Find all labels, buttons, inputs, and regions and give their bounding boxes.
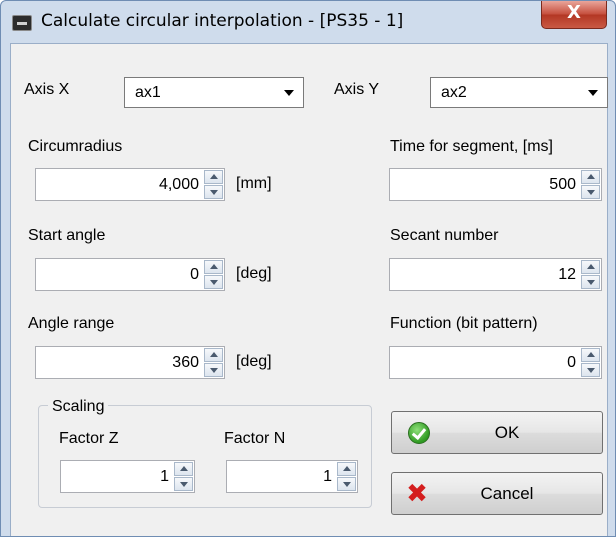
axis-x-select[interactable]: ax1: [124, 77, 304, 108]
start-angle-value: 0: [190, 266, 199, 283]
chevron-down-icon: [588, 90, 598, 96]
spin-down-icon[interactable]: [204, 275, 223, 289]
cancel-button-label: Cancel: [480, 484, 534, 503]
spin-up-icon[interactable]: [581, 348, 600, 362]
title-bar[interactable]: Calculate circular interpolation - [PS35…: [1, 1, 615, 43]
factor-z-value: 1: [160, 468, 169, 485]
scaling-group-title: Scaling: [48, 398, 109, 416]
chevron-down-icon: [284, 90, 294, 96]
spin-up-icon[interactable]: [581, 260, 600, 274]
circumradius-unit: [mm]: [236, 175, 272, 192]
circumradius-label: Circumradius: [28, 138, 123, 155]
secant-number-label: Secant number: [390, 227, 499, 244]
angle-range-value: 360: [172, 354, 199, 371]
dialog-body: Axis X ax1 Axis Y ax2 Circumradius 4,000…: [10, 43, 608, 536]
spin-down-icon[interactable]: [581, 185, 600, 199]
spin-down-icon[interactable]: [204, 185, 223, 199]
close-icon: X: [567, 2, 581, 23]
spin-up-icon[interactable]: [581, 170, 600, 184]
spin-down-icon[interactable]: [581, 275, 600, 289]
start-angle-unit: [deg]: [236, 265, 272, 282]
spin-down-icon[interactable]: [174, 477, 193, 491]
factor-z-input[interactable]: 1: [60, 460, 195, 493]
spin-down-icon[interactable]: [581, 363, 600, 377]
axis-x-label: Axis X: [24, 81, 70, 98]
function-bit-pattern-value: 0: [567, 354, 576, 371]
ok-button[interactable]: OK: [391, 411, 603, 454]
dialog-window: Calculate circular interpolation - [PS35…: [0, 0, 616, 537]
axis-x-value: ax1: [135, 84, 161, 101]
spin-down-icon[interactable]: [337, 477, 356, 491]
axis-y-select[interactable]: ax2: [430, 77, 608, 108]
factor-n-input[interactable]: 1: [226, 460, 358, 493]
time-for-segment-input[interactable]: 500: [389, 168, 602, 201]
secant-number-value: 12: [558, 266, 576, 283]
spin-up-icon[interactable]: [204, 170, 223, 184]
spin-up-icon[interactable]: [204, 348, 223, 362]
axis-y-label: Axis Y: [334, 81, 380, 98]
time-for-segment-label: Time for segment, [ms]: [390, 138, 553, 155]
circumradius-input[interactable]: 4,000: [35, 168, 225, 201]
angle-range-unit: [deg]: [236, 353, 272, 370]
start-angle-label: Start angle: [28, 227, 106, 244]
close-button[interactable]: X: [541, 1, 607, 29]
axis-y-value: ax2: [441, 84, 467, 101]
circumradius-value: 4,000: [158, 176, 199, 193]
angle-range-input[interactable]: 360: [35, 346, 225, 379]
spin-down-icon[interactable]: [204, 363, 223, 377]
factor-n-value: 1: [323, 468, 332, 485]
ok-button-label: OK: [494, 423, 520, 442]
spin-up-icon[interactable]: [337, 462, 356, 476]
function-bit-pattern-label: Function (bit pattern): [390, 315, 538, 332]
app-icon[interactable]: [12, 15, 32, 31]
factor-z-label: Factor Z: [59, 430, 119, 447]
secant-number-input[interactable]: 12: [389, 258, 602, 291]
function-bit-pattern-input[interactable]: 0: [389, 346, 602, 379]
time-for-segment-value: 500: [549, 176, 576, 193]
angle-range-label: Angle range: [28, 315, 115, 332]
window-title: Calculate circular interpolation - [PS35…: [41, 11, 404, 31]
cancel-button[interactable]: ✖ Cancel: [391, 472, 603, 515]
factor-n-label: Factor N: [224, 430, 286, 447]
spin-up-icon[interactable]: [174, 462, 193, 476]
start-angle-input[interactable]: 0: [35, 258, 225, 291]
spin-up-icon[interactable]: [204, 260, 223, 274]
